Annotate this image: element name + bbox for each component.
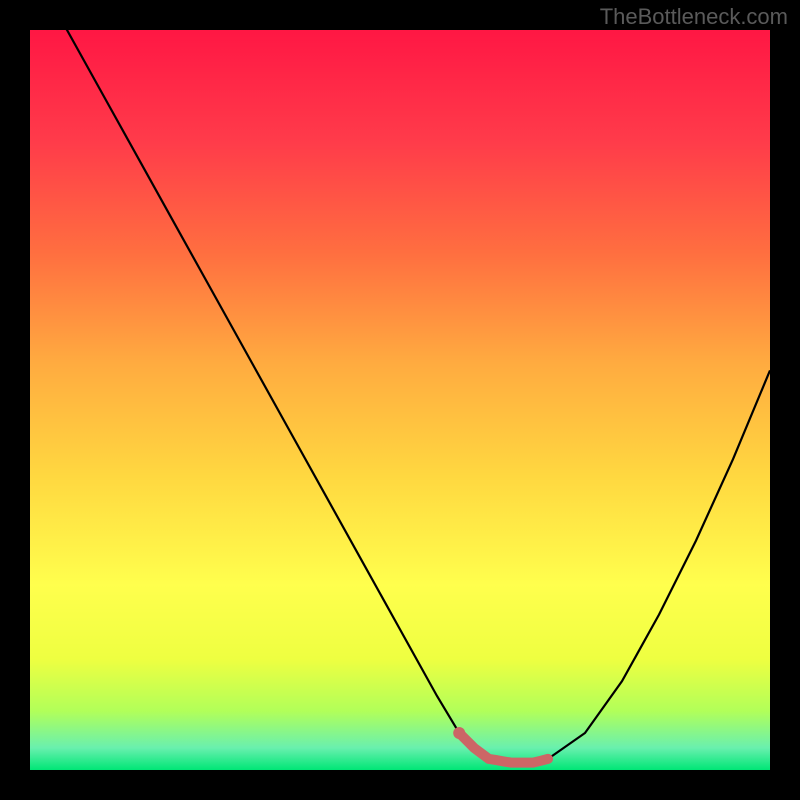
optimal-range-highlight: [459, 733, 548, 763]
plot-area: [30, 30, 770, 770]
watermark-text: TheBottleneck.com: [600, 4, 788, 30]
curve-layer: [30, 30, 770, 770]
bottleneck-curve: [30, 30, 770, 763]
optimal-point-marker: [453, 727, 465, 739]
